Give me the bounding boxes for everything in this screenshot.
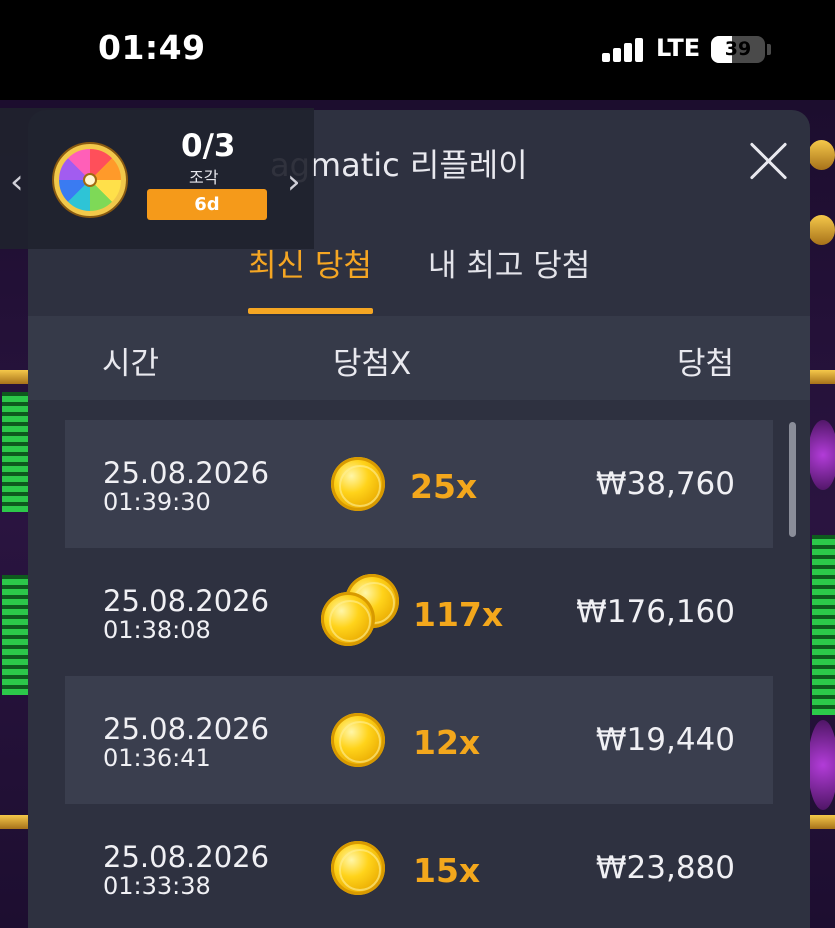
table-row[interactable]: 25.08.2026 01:33:38 15x ₩23,880 [65, 804, 773, 928]
row-multiplier: 15x [413, 851, 481, 890]
row-multiplier: 12x [413, 723, 481, 762]
coin-icon [331, 457, 385, 511]
row-date: 25.08.2026 [103, 840, 270, 874]
time-remaining-badge: 6d [147, 189, 267, 220]
table-header: 시간 당첨X 당첨 [28, 316, 810, 400]
game-decoration [2, 392, 28, 512]
table-row[interactable]: 25.08.2026 01:38:08 117x ₩176,160 [65, 548, 773, 676]
row-time: 01:36:41 [103, 744, 211, 772]
game-decoration [808, 215, 835, 245]
table-row[interactable]: 25.08.2026 01:39:30 25x ₩38,760 [65, 420, 773, 548]
coin-icon [321, 592, 375, 646]
row-time: 01:39:30 [103, 488, 211, 516]
game-decoration [810, 370, 835, 384]
game-decoration [0, 370, 28, 384]
column-header-multiplier: 당첨X [333, 346, 412, 382]
game-decoration [808, 420, 835, 490]
tab-my-best-wins[interactable]: 내 최고 당첨 [428, 240, 590, 285]
status-bar: 01:49 LTE 39 [0, 0, 835, 100]
scrollbar[interactable] [789, 422, 796, 537]
prize-wheel-icon[interactable] [54, 144, 126, 216]
battery-level: 39 [724, 38, 752, 60]
row-time: 01:33:38 [103, 872, 211, 900]
row-win: ₩23,880 [595, 850, 735, 886]
wheel-hub [83, 173, 97, 187]
active-tab-indicator [248, 308, 373, 314]
game-decoration [812, 535, 835, 715]
signal-icon [602, 38, 646, 62]
column-header-win: 당첨 [676, 346, 734, 382]
game-decoration [0, 815, 28, 829]
win-list[interactable]: 25.08.2026 01:39:30 25x ₩38,760 25.08.20… [28, 400, 810, 928]
network-type: LTE [656, 34, 701, 62]
game-decoration [808, 720, 835, 810]
column-header-time: 시간 [102, 346, 160, 382]
coin-icon [331, 713, 385, 767]
coin-icon [331, 841, 385, 895]
chevron-left-icon[interactable]: ‹ [10, 162, 24, 202]
row-time: 01:38:08 [103, 616, 211, 644]
row-win: ₩19,440 [595, 722, 735, 758]
game-decoration [810, 815, 835, 829]
battery-icon: 39 [711, 36, 765, 63]
row-date: 25.08.2026 [103, 456, 270, 490]
game-decoration [808, 140, 835, 170]
row-multiplier: 117x [413, 595, 504, 634]
row-date: 25.08.2026 [103, 712, 270, 746]
battery-tip [767, 44, 771, 55]
game-decoration [2, 575, 28, 695]
close-button[interactable] [744, 136, 794, 186]
piece-label: 조각 [189, 168, 219, 187]
status-time: 01:49 [98, 28, 206, 67]
table-row[interactable]: 25.08.2026 01:36:41 12x ₩19,440 [65, 676, 773, 804]
row-date: 25.08.2026 [103, 584, 270, 618]
row-multiplier: 25x [410, 467, 478, 506]
piece-count: 0/3 [181, 128, 236, 164]
row-win: ₩38,760 [595, 466, 735, 502]
reward-widget: ‹ 0/3 조각 6d › [0, 108, 314, 249]
chevron-right-icon[interactable]: › [287, 162, 301, 202]
row-win: ₩176,160 [576, 594, 735, 630]
